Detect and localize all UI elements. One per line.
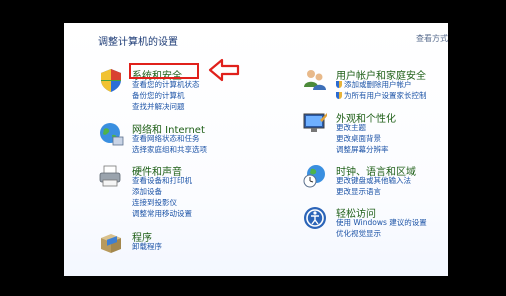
link-homegroup[interactable]: 选择家庭组和共享选项 [132, 144, 207, 155]
control-panel-window: 调整计算机的设置 查看方式 系统和安全 查看您的计算机状态 备份您的计算机 查找… [64, 23, 448, 276]
link-screen-resolution[interactable]: 调整屏幕分辨率 [336, 144, 389, 155]
red-arrow-icon [208, 58, 240, 82]
link-recommended-settings[interactable]: 使用 Windows 建议的设置 [336, 217, 427, 228]
view-by-label[interactable]: 查看方式 [416, 33, 448, 44]
ease-of-access-icon [304, 207, 326, 229]
clock-globe-icon [303, 165, 325, 188]
printer-icon [99, 165, 121, 187]
page-title: 调整计算机的设置 [98, 37, 178, 48]
appearance-monitor-icon [303, 113, 327, 132]
link-add-remove-users[interactable]: 添加或删除用户帐户 [336, 79, 427, 90]
highlight-box [129, 63, 199, 79]
link-uninstall[interactable]: 卸载程序 [132, 241, 162, 252]
link-projector[interactable]: 连接到投影仪 [132, 197, 192, 208]
link-parental-controls[interactable]: 为所有用户设置家长控制 [336, 90, 427, 101]
link-keyboard-input[interactable]: 更改键盘或其他输入法 [336, 175, 411, 186]
programs-box-icon [101, 234, 121, 253]
link-desktop-background[interactable]: 更改桌面背景 [336, 133, 389, 144]
users-icon [304, 70, 326, 90]
link-add-device[interactable]: 添加设备 [132, 186, 192, 197]
link-troubleshoot[interactable]: 查找并解决问题 [132, 101, 200, 112]
link-devices-printers[interactable]: 查看设备和打印机 [132, 175, 192, 186]
link-backup[interactable]: 备份您的计算机 [132, 90, 200, 101]
screenshot-frame: 调整计算机的设置 查看方式 系统和安全 查看您的计算机状态 备份您的计算机 查找… [0, 0, 506, 296]
network-globe-icon [100, 123, 124, 146]
link-network-status[interactable]: 查看网络状态和任务 [132, 133, 207, 144]
link-display-language[interactable]: 更改显示语言 [336, 186, 411, 197]
link-optimize-display[interactable]: 优化视觉显示 [336, 228, 427, 239]
link-view-status[interactable]: 查看您的计算机状态 [132, 79, 200, 90]
link-change-theme[interactable]: 更改主题 [336, 122, 389, 133]
link-mobility[interactable]: 调整常用移动设置 [132, 208, 192, 219]
system-security-shield-icon [101, 69, 121, 92]
